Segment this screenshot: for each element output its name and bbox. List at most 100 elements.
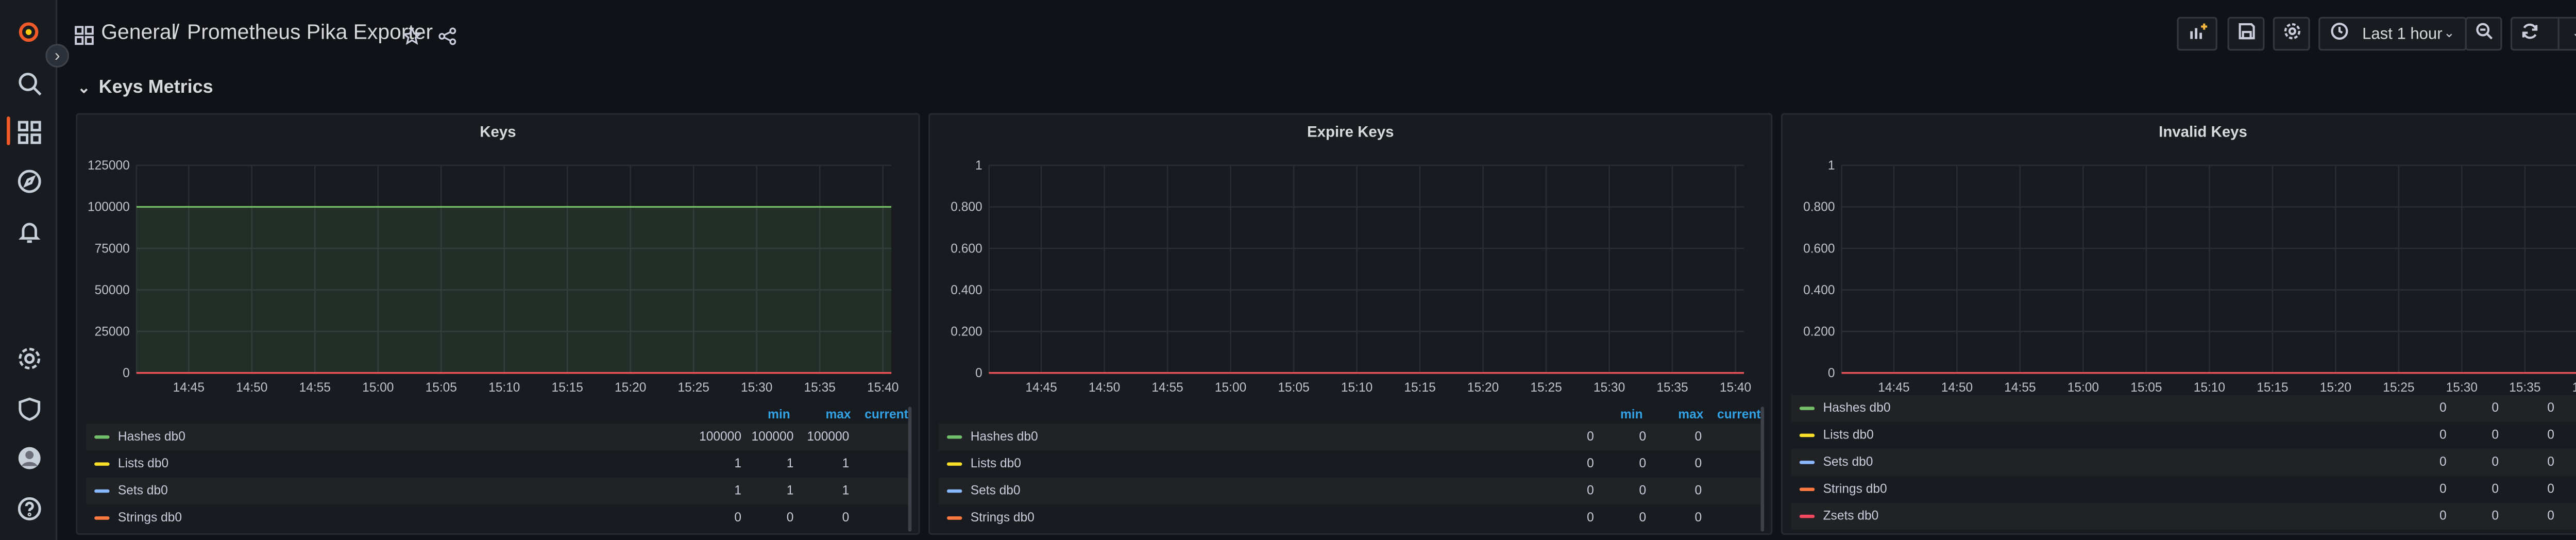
series-area	[136, 207, 892, 373]
x-tick-label: 15:40	[867, 381, 899, 395]
legend-item[interactable]: Lists db0 0 0 0	[1791, 422, 2576, 449]
legend-item[interactable]: Hashes db0 0 0 0	[938, 424, 1762, 451]
legend-header-current[interactable]: current	[1717, 407, 1761, 421]
grafana-logo-icon[interactable]	[13, 17, 44, 47]
x-tick-label: 15:25	[2383, 381, 2414, 395]
legend-item[interactable]: Sets db0 0 0 0	[938, 477, 1762, 505]
row-collapse-chevron-icon: ⌄	[77, 79, 91, 96]
x-tick-label: 15:15	[552, 381, 583, 395]
dashboards-icon[interactable]	[13, 116, 44, 147]
chart-svg: 125000 100000 75000 50000 25000 0 14:45 14:50 14…	[88, 159, 899, 395]
y-tick-label: 25000	[95, 325, 130, 339]
dashboard-settings-button[interactable]	[2273, 16, 2310, 51]
legend-series-name: Lists db0	[970, 455, 1021, 471]
row-header-keys-metrics[interactable]: ⌄ Keys Metrics	[77, 78, 213, 98]
share-icon[interactable]	[438, 24, 456, 54]
legend-value-current: 0	[842, 510, 850, 525]
legend-item[interactable]: Strings db0 0 0 0	[1791, 476, 2576, 503]
legend-color-swatch	[946, 489, 962, 493]
refresh-divider	[2557, 19, 2560, 49]
clock-icon	[2330, 22, 2349, 46]
sidebar	[0, 0, 58, 540]
legend-scrollbar[interactable]	[908, 407, 912, 532]
legend-item[interactable]: Lists db0 0 0 0	[939, 450, 1762, 477]
refresh-interval-chevron-icon[interactable]: ⌄	[2572, 25, 2576, 40]
legend-color-swatch	[1799, 407, 1815, 410]
active-indicator	[7, 116, 10, 145]
x-tick-label: 15:10	[488, 381, 520, 395]
legend-item[interactable]: Hashes db0 100000 100000 100000	[86, 424, 910, 451]
legend-item[interactable]: Strings db0 0 0 0	[939, 504, 1762, 531]
legend-color-swatch	[1799, 487, 1815, 492]
x-tick-label: 14:55	[299, 381, 331, 395]
legend-series-name: Sets db0	[117, 482, 168, 498]
legend-item[interactable]: Sets db0 0 0 0	[1791, 449, 2576, 476]
legend-item[interactable]: Zsets db0 0 0 0	[1791, 502, 2576, 530]
legend-color-swatch	[946, 462, 962, 466]
help-icon[interactable]	[13, 493, 44, 523]
grafana-app: › General / Prometheus Pika Exporter Las…	[0, 0, 2576, 540]
zoom-out-button[interactable]	[2465, 16, 2502, 51]
row-title: Keys Metrics	[98, 77, 213, 98]
y-tick-label: 0	[1828, 366, 1835, 380]
legend-series-name: Hashes db0	[117, 428, 185, 444]
legend-value-current: 0	[1694, 482, 1702, 498]
x-tick-label: 14:55	[2004, 381, 2036, 395]
legend-value-current: 0	[2547, 481, 2554, 496]
legend-item[interactable]: Strings db0 0 0 0	[86, 504, 910, 531]
page-title[interactable]: Prometheus Pika Exporter	[187, 20, 433, 44]
legend-color-swatch	[94, 516, 110, 520]
explore-icon[interactable]	[13, 165, 44, 196]
server-admin-icon[interactable]	[13, 393, 44, 424]
x-tick-label: 15:00	[1215, 381, 1246, 395]
configuration-icon[interactable]	[13, 343, 44, 373]
x-tick-label: 14:55	[1151, 381, 1183, 395]
chevron-down-icon: ⌄	[2444, 25, 2455, 41]
legend-item[interactable]: Lists db0 1 1 1	[86, 450, 910, 477]
x-tick-label: 15:25	[1530, 381, 1562, 395]
time-range-label: Last 1 hour	[2362, 24, 2443, 43]
legend-scrollbar[interactable]	[1760, 407, 1765, 532]
legend-item[interactable]: Hashes db0 0 0 0	[1791, 395, 2576, 422]
time-range-picker[interactable]: Last 1 hour ⌄	[2318, 16, 2467, 51]
panel-keys[interactable]: Keys 125000 100000 75000 50000 25000 0 14:45 14…	[76, 113, 920, 535]
y-tick-label: 0.400	[1803, 283, 1835, 297]
zoom-out-icon	[2475, 22, 2493, 46]
panel-expire-keys[interactable]: Expire Keys 1 0.800 0.600 0.400 0.200 0 14:45 1…	[928, 113, 1773, 535]
x-tick-label: 15:30	[741, 381, 772, 395]
alerting-icon[interactable]	[13, 216, 44, 246]
legend-series-name: Hashes db0	[1823, 400, 1891, 415]
legend-item[interactable]: Sets db0 1 1 1	[86, 477, 910, 505]
x-tick-label: 14:45	[173, 381, 205, 395]
avatar[interactable]	[13, 442, 44, 472]
breadcrumb-folder[interactable]: General	[101, 20, 176, 44]
legend-header-current[interactable]: current	[865, 407, 908, 421]
legend-value-current: 100000	[807, 428, 850, 444]
legend-value-current: 0	[1694, 510, 1702, 525]
refresh-button[interactable]: ⌄	[2510, 16, 2576, 51]
legend-header-min[interactable]: min	[1620, 407, 1643, 421]
y-tick-label: 0.800	[1803, 200, 1835, 214]
legend-header-max[interactable]: max	[1678, 407, 1703, 421]
x-tick-label: 15:15	[2257, 381, 2288, 395]
legend-value-current: 0	[1694, 455, 1702, 471]
chart-svg: 1 0.800 0.600 0.400 0.200 0 14:45 14:50 14:55 15:…	[951, 159, 1751, 395]
breadcrumb-separator: /	[173, 20, 180, 44]
x-tick-label: 15:05	[2130, 381, 2162, 395]
y-tick-label: 0.200	[951, 325, 982, 339]
y-tick-label: 100000	[88, 200, 130, 214]
save-dashboard-button[interactable]	[2227, 16, 2265, 51]
legend-color-swatch	[94, 489, 110, 493]
legend-header-min[interactable]: min	[768, 407, 790, 421]
legend-series-name: Hashes db0	[970, 428, 1038, 444]
y-tick-label: 0.200	[1803, 325, 1835, 339]
panel-invalid-keys[interactable]: Invalid Keys 1 0.800 0.600 0.400 0.200 0 14:45…	[1781, 113, 2576, 535]
grid-icon	[74, 24, 94, 45]
legend-color-swatch	[1799, 461, 1815, 464]
search-icon[interactable]	[13, 68, 44, 98]
star-icon[interactable]	[402, 24, 422, 54]
add-panel-button[interactable]	[2177, 16, 2217, 51]
legend-header-max[interactable]: max	[825, 407, 851, 421]
y-tick-label: 50000	[95, 283, 130, 297]
legend-series-name: Strings db0	[1823, 481, 1887, 496]
